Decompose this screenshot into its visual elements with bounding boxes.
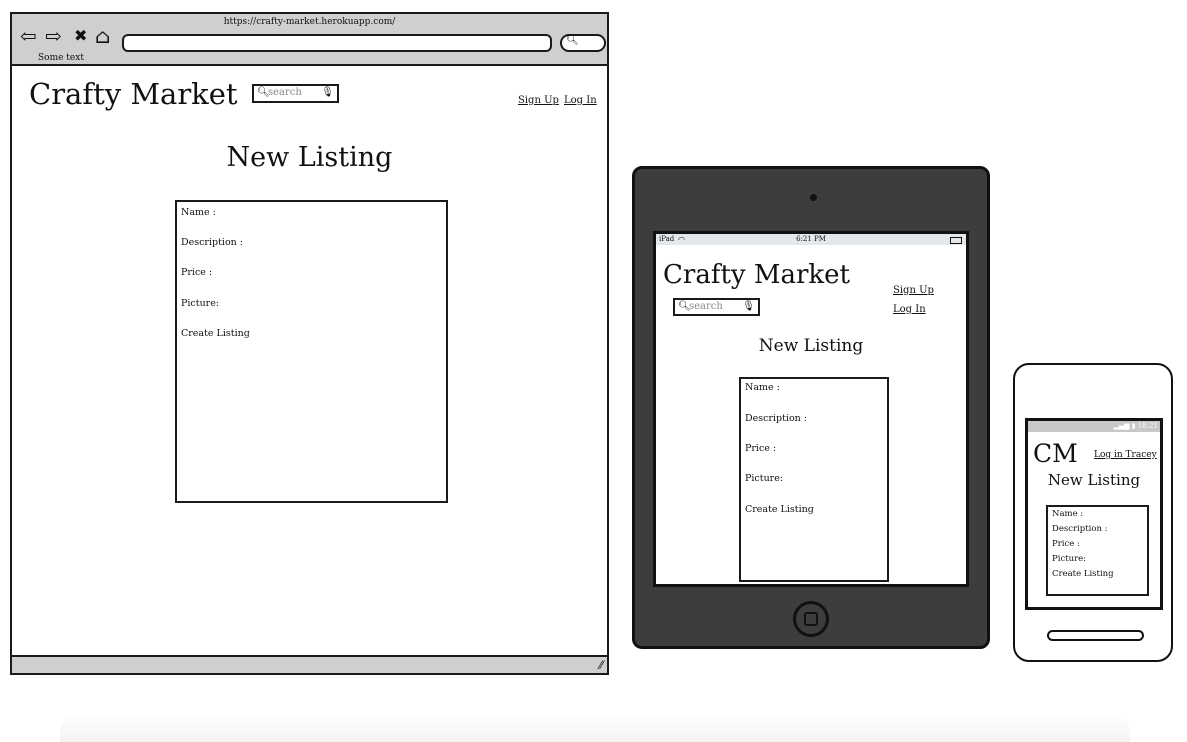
phone-screen: ▂▄▆ ▮ 18:21 CM Log in Tracey New Listing… — [1025, 418, 1163, 610]
browser-toolbar: https://crafty-market.herokuapp.com/ ⇦ ⇨… — [12, 14, 607, 66]
search-input[interactable]: 🔍︎ search 🎙︎ — [673, 298, 760, 316]
phone-wireframe: ▂▄▆ ▮ 18:21 CM Log in Tracey New Listing… — [1013, 363, 1173, 662]
description-field-label[interactable]: Description : — [745, 413, 807, 424]
browser-tab-label: Some text — [38, 53, 84, 63]
picture-field-label[interactable]: Picture: — [1052, 554, 1086, 564]
phone-status-bar: ▂▄▆ ▮ 18:21 — [1028, 421, 1160, 432]
phone-home-bar[interactable] — [1047, 630, 1144, 641]
signup-link[interactable]: Sign Up — [518, 95, 559, 106]
login-link[interactable]: Log in Tracey — [1094, 450, 1157, 460]
page-heading: New Listing — [758, 336, 864, 356]
phone-time: 18:21 — [1137, 422, 1158, 430]
description-field-label[interactable]: Description : — [1052, 524, 1107, 534]
page-heading: New Listing — [226, 142, 393, 173]
close-icon[interactable]: ✖ — [74, 26, 87, 46]
name-field-label[interactable]: Name : — [1052, 509, 1083, 519]
login-link[interactable]: Log In — [564, 95, 597, 106]
site-title[interactable]: Crafty Market — [663, 260, 850, 290]
create-listing-button[interactable]: Create Listing — [745, 504, 814, 515]
resize-grip-icon[interactable]: ⁄⁄ — [599, 659, 603, 672]
home-button-icon — [804, 612, 818, 626]
new-listing-form: Name : Description : Price : Picture: Cr… — [739, 377, 889, 582]
search-placeholder: search — [268, 87, 302, 98]
site-title[interactable]: Crafty Market — [29, 77, 238, 111]
name-field-label[interactable]: Name : — [745, 382, 780, 393]
price-field-label[interactable]: Price : — [1052, 539, 1080, 549]
browser-search-field[interactable]: 🔍︎ — [560, 34, 606, 52]
tablet-screen: iPad ◠ 6:21 PM Crafty Market Sign Up Log… — [653, 231, 969, 587]
battery-icon — [950, 237, 962, 244]
back-icon[interactable]: ⇦ — [20, 26, 37, 46]
forward-icon[interactable]: ⇨ — [45, 26, 62, 46]
microphone-icon[interactable]: 🎙︎ — [742, 301, 755, 312]
create-listing-button[interactable]: Create Listing — [181, 328, 250, 339]
home-icon[interactable]: ⌂ — [95, 26, 110, 46]
tablet-time: 6:21 PM — [796, 235, 826, 243]
battery-icon: ▮ — [1131, 422, 1136, 430]
address-bar[interactable] — [122, 34, 552, 52]
auth-links: Sign Up Log In — [518, 88, 597, 107]
search-placeholder: search — [689, 301, 723, 312]
picture-field-label[interactable]: Picture: — [745, 473, 783, 484]
description-field-label[interactable]: Description : — [181, 237, 243, 248]
new-listing-form: Name : Description : Price : Picture: Cr… — [1046, 505, 1149, 596]
name-field-label[interactable]: Name : — [181, 207, 216, 218]
background-shadow — [60, 712, 1130, 742]
desktop-browser-wireframe: https://crafty-market.herokuapp.com/ ⇦ ⇨… — [10, 12, 609, 675]
page-heading: New Listing — [1047, 471, 1141, 489]
auth-links: Sign Up Log In — [893, 278, 966, 316]
browser-status-bar: ⁄⁄ — [12, 655, 607, 673]
camera-icon — [810, 194, 817, 201]
picture-field-label[interactable]: Picture: — [181, 298, 219, 309]
home-button[interactable] — [793, 601, 829, 637]
site-short-title[interactable]: CM — [1033, 439, 1078, 468]
new-listing-form: Name : Description : Price : Picture: Cr… — [175, 200, 448, 503]
tablet-status-bar: iPad ◠ 6:21 PM — [656, 234, 966, 245]
tablet-wireframe: iPad ◠ 6:21 PM Crafty Market Sign Up Log… — [632, 166, 990, 649]
signal-icon: ▂▄▆ — [1113, 422, 1130, 430]
signup-link[interactable]: Sign Up — [893, 285, 934, 296]
login-link[interactable]: Log In — [893, 304, 926, 315]
search-input[interactable]: 🔍︎ search 🎙︎ — [252, 84, 339, 103]
price-field-label[interactable]: Price : — [181, 267, 212, 278]
microphone-icon[interactable]: 🎙︎ — [321, 87, 334, 98]
create-listing-button[interactable]: Create Listing — [1052, 569, 1114, 579]
search-icon: 🔍︎ — [566, 35, 579, 46]
price-field-label[interactable]: Price : — [745, 443, 776, 454]
